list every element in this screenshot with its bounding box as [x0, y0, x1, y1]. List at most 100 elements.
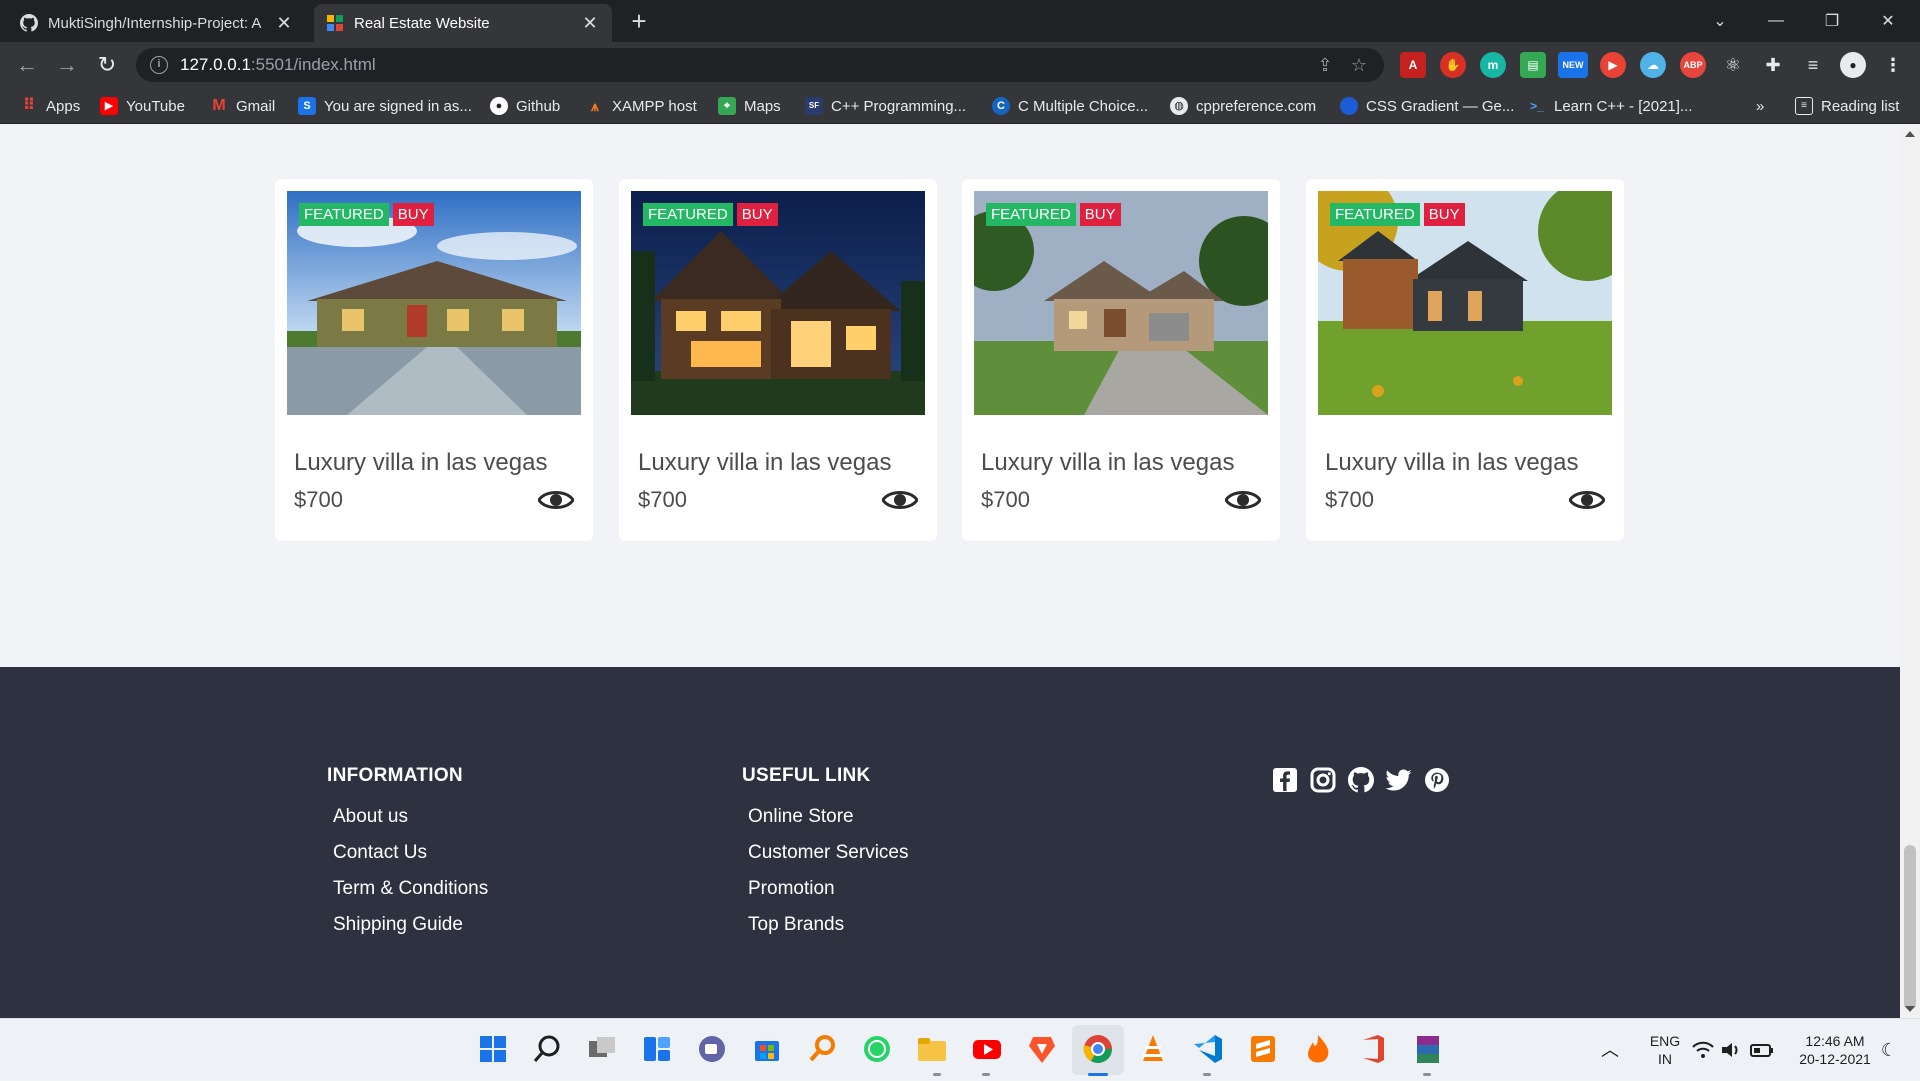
- footer-link-promotion[interactable]: Promotion: [748, 875, 909, 911]
- bookmark-apps[interactable]: ⠿ Apps: [20, 95, 80, 117]
- tab-github[interactable]: MuktiSingh/Internship-Project: A ✕: [8, 4, 306, 42]
- property-card[interactable]: FEATURED BUY Luxury villa in las vegas $…: [1306, 179, 1624, 541]
- menu-kebab-icon[interactable]: ⋮: [1880, 52, 1906, 78]
- reload-button[interactable]: ↻: [92, 50, 122, 80]
- url-text[interactable]: 127.0.0.1:5501/index.html: [180, 55, 1302, 75]
- address-bar[interactable]: i 127.0.0.1:5501/index.html ⇪ ☆: [136, 48, 1384, 82]
- scroll-down-arrow[interactable]: [1905, 1006, 1915, 1012]
- wifi-icon[interactable]: [1692, 1041, 1714, 1059]
- bookmark-cppreference[interactable]: ◍ cppreference.com: [1170, 95, 1316, 117]
- page-scrollbar[interactable]: [1900, 125, 1920, 1018]
- bookmark-css-gradient[interactable]: CSS Gradient — Ge...: [1340, 95, 1514, 117]
- cloud-extension-icon[interactable]: ☁: [1640, 52, 1666, 78]
- reading-list-button[interactable]: ≡ Reading list: [1795, 95, 1899, 117]
- info-icon[interactable]: i: [150, 56, 168, 74]
- property-name[interactable]: Luxury villa in las vegas: [1325, 449, 1612, 477]
- scrollbar-thumb[interactable]: [1904, 845, 1916, 1010]
- property-card[interactable]: FEATURED BUY Luxury villa in las vegas $…: [619, 179, 937, 541]
- more-bookmarks-button[interactable]: »: [1756, 95, 1764, 117]
- close-window-button[interactable]: ✕: [1860, 0, 1916, 42]
- scroll-up-arrow[interactable]: [1905, 131, 1915, 137]
- language-indicator[interactable]: ENG IN: [1640, 1019, 1690, 1081]
- eye-icon[interactable]: [1225, 488, 1261, 512]
- property-name[interactable]: Luxury villa in las vegas: [981, 449, 1268, 477]
- brave-icon[interactable]: [1025, 1032, 1059, 1066]
- minimize-button[interactable]: —: [1748, 0, 1804, 42]
- puzzle-extensions-icon[interactable]: ✚: [1760, 52, 1786, 78]
- notifications-moon-icon[interactable]: ☾: [1874, 1019, 1904, 1081]
- play-extension-icon[interactable]: ▶: [1600, 52, 1626, 78]
- back-button[interactable]: ←: [12, 50, 42, 80]
- property-photo[interactable]: FEATURED BUY: [1318, 191, 1612, 415]
- new-tab-button[interactable]: +: [624, 6, 654, 36]
- sublime-text-icon[interactable]: [1246, 1032, 1280, 1066]
- restore-button[interactable]: ❐: [1804, 0, 1860, 42]
- adblock-hand-icon[interactable]: ✋: [1440, 52, 1466, 78]
- facebook-icon[interactable]: [1272, 767, 1298, 793]
- windows-start-icon[interactable]: [476, 1032, 510, 1066]
- new-extension-icon[interactable]: NEW: [1558, 52, 1588, 78]
- bookmark-learn-cpp[interactable]: >_ Learn C++ - [2021]...: [1528, 95, 1692, 117]
- firebase-icon[interactable]: [1301, 1032, 1335, 1066]
- property-name[interactable]: Luxury villa in las vegas: [294, 449, 581, 477]
- footer-link-contact[interactable]: Contact Us: [333, 839, 488, 875]
- m-extension-icon[interactable]: m: [1480, 52, 1506, 78]
- teams-chat-icon[interactable]: [695, 1032, 729, 1066]
- chevron-up-icon[interactable]: ︿: [1598, 1019, 1622, 1081]
- widgets-icon[interactable]: [640, 1032, 674, 1066]
- task-view-icon[interactable]: [585, 1032, 619, 1066]
- file-explorer-icon[interactable]: [915, 1032, 949, 1066]
- forward-button[interactable]: →: [52, 50, 82, 80]
- pdf-extension-icon[interactable]: A: [1400, 52, 1426, 78]
- footer-link-top-brands[interactable]: Top Brands: [748, 911, 909, 947]
- close-icon[interactable]: ✕: [274, 13, 294, 34]
- property-photo[interactable]: FEATURED BUY: [974, 191, 1268, 415]
- star-icon[interactable]: ☆: [1348, 54, 1370, 76]
- volume-icon[interactable]: [1720, 1041, 1742, 1059]
- footer-link-customer-services[interactable]: Customer Services: [748, 839, 909, 875]
- footer-link-terms[interactable]: Term & Conditions: [333, 875, 488, 911]
- youtube-icon[interactable]: [970, 1032, 1004, 1066]
- vscode-icon[interactable]: [1191, 1032, 1225, 1066]
- media-control-icon[interactable]: ≡: [1800, 52, 1826, 78]
- microsoft-store-icon[interactable]: [750, 1032, 784, 1066]
- bookmark-signed-in[interactable]: S You are signed in as...: [298, 95, 472, 117]
- footer-link-online-store[interactable]: Online Store: [748, 803, 909, 839]
- github-icon[interactable]: [1348, 767, 1374, 793]
- eye-icon[interactable]: [538, 488, 574, 512]
- profile-avatar[interactable]: ●: [1840, 52, 1866, 78]
- vlc-icon[interactable]: [1136, 1032, 1170, 1066]
- twitter-icon[interactable]: [1386, 767, 1412, 793]
- printer-extension-icon[interactable]: ▤: [1520, 52, 1546, 78]
- eye-icon[interactable]: [882, 488, 918, 512]
- bookmark-c-mcq[interactable]: C C Multiple Choice...: [992, 95, 1148, 117]
- pinterest-icon[interactable]: [1424, 767, 1450, 793]
- close-icon[interactable]: ✕: [580, 13, 600, 34]
- bookmark-maps[interactable]: ⌖ Maps: [718, 95, 781, 117]
- property-name[interactable]: Luxury villa in las vegas: [638, 449, 925, 477]
- eye-icon[interactable]: [1569, 488, 1605, 512]
- bookmark-xampp[interactable]: ⩚ XAMPP host: [586, 95, 697, 117]
- react-extension-icon[interactable]: ⚛: [1720, 52, 1746, 78]
- tab-search-icon[interactable]: ⌄: [1692, 0, 1748, 42]
- footer-link-shipping[interactable]: Shipping Guide: [333, 911, 488, 947]
- instagram-icon[interactable]: [1310, 767, 1336, 793]
- search-app-icon[interactable]: [805, 1032, 839, 1066]
- office-icon[interactable]: [1356, 1032, 1390, 1066]
- winrar-icon[interactable]: [1411, 1032, 1445, 1066]
- property-photo[interactable]: FEATURED BUY: [287, 191, 581, 415]
- bookmark-github[interactable]: ● Github: [490, 95, 560, 117]
- battery-icon[interactable]: [1750, 1041, 1774, 1059]
- tab-real-estate[interactable]: Real Estate Website ✕: [314, 4, 612, 42]
- clock[interactable]: 12:46 AM 20-12-2021: [1790, 1019, 1880, 1081]
- property-card[interactable]: FEATURED BUY Luxury villa in las vegas $…: [275, 179, 593, 541]
- footer-link-about[interactable]: About us: [333, 803, 488, 839]
- share-icon[interactable]: ⇪: [1314, 54, 1336, 76]
- chrome-icon[interactable]: [1081, 1032, 1115, 1066]
- search-icon[interactable]: [530, 1032, 564, 1066]
- bookmark-cpp[interactable]: SF C++ Programming...: [805, 95, 966, 117]
- whatsapp-icon[interactable]: [860, 1032, 894, 1066]
- bookmark-gmail[interactable]: M Gmail: [210, 95, 275, 117]
- property-photo[interactable]: FEATURED BUY: [631, 191, 925, 415]
- property-card[interactable]: FEATURED BUY Luxury villa in las vegas $…: [962, 179, 1280, 541]
